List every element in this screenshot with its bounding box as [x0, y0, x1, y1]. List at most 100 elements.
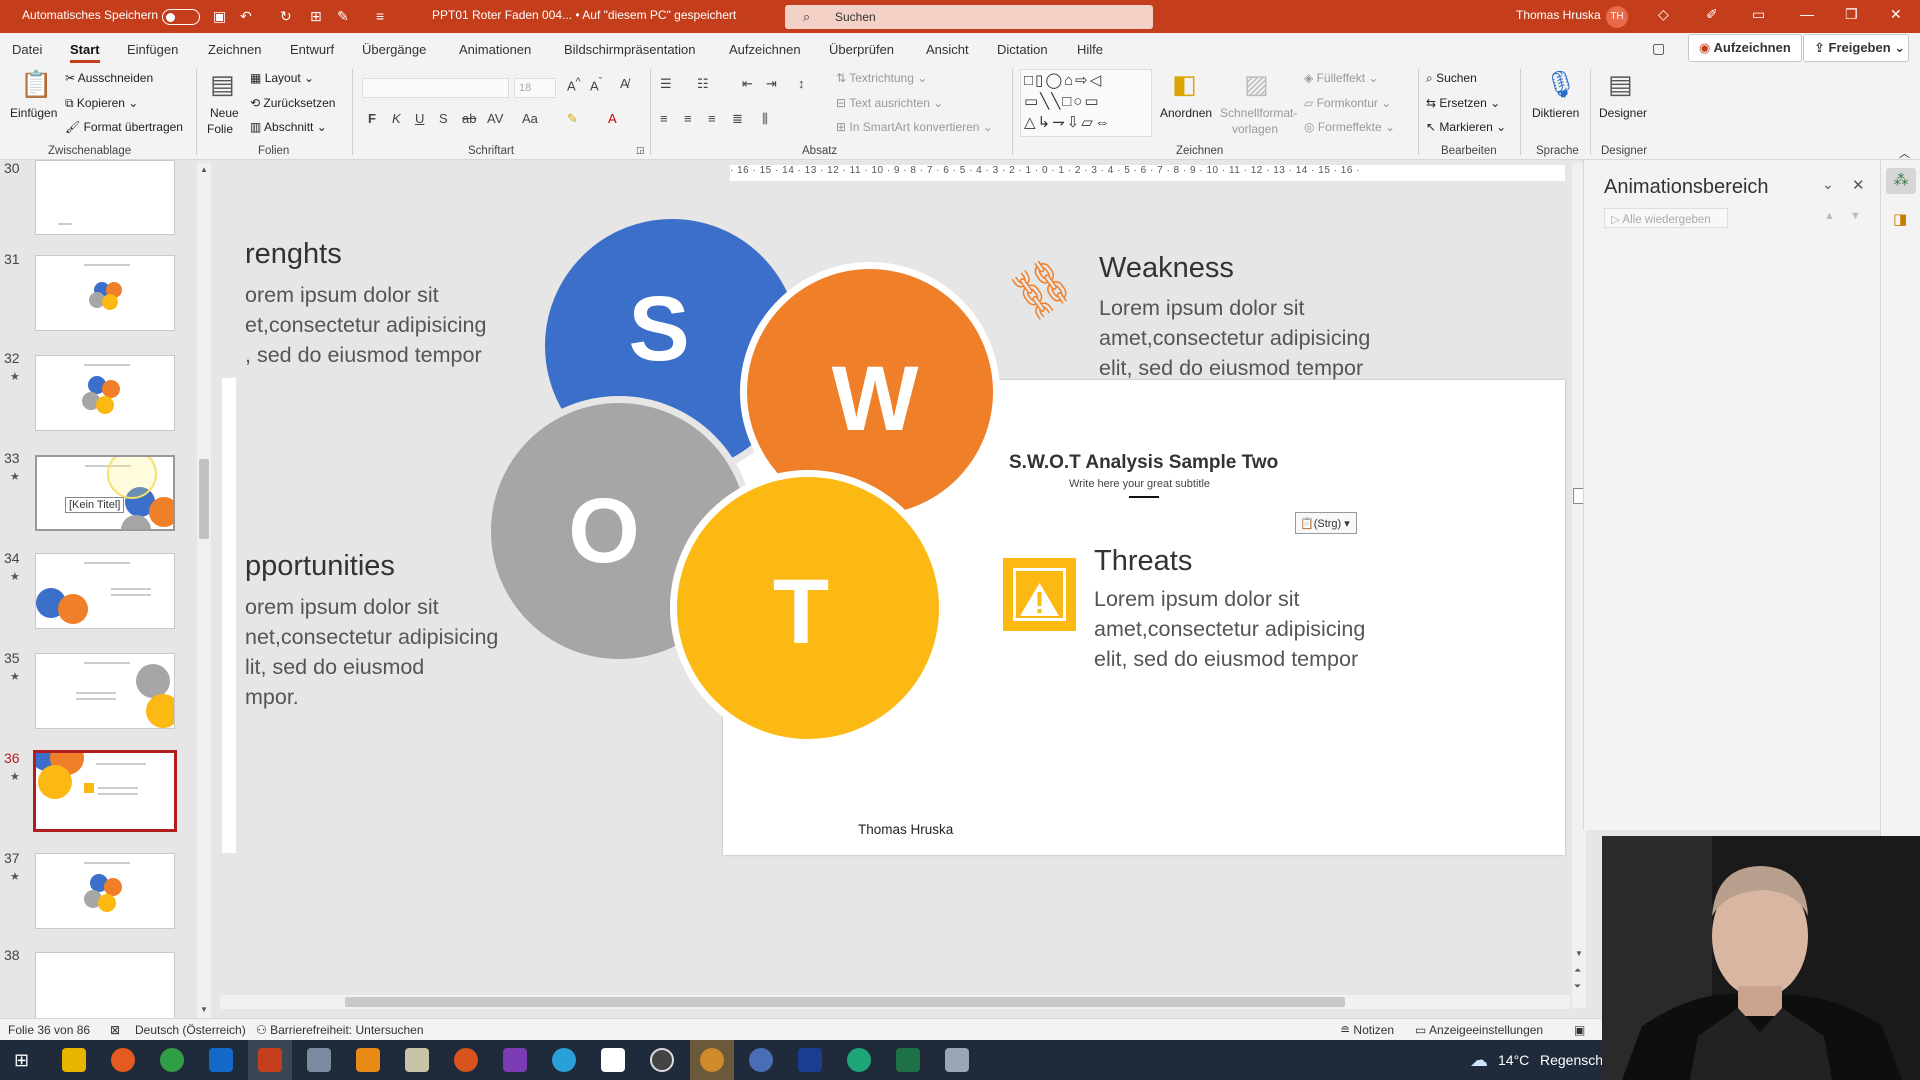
thumbnail-slide-33[interactable]: [Kein Titel]: [35, 455, 175, 531]
display-settings-button[interactable]: ▭ Anzeigeeinstellungen: [1415, 1023, 1543, 1037]
telegram-icon[interactable]: [552, 1048, 576, 1072]
font-name-select[interactable]: [362, 78, 509, 98]
swot-circle-t[interactable]: T: [670, 470, 946, 746]
diamond-icon[interactable]: ◇: [1658, 6, 1669, 23]
shrink-font-icon[interactable]: Aˇ: [590, 76, 602, 93]
layout-button[interactable]: ▦ Layout ⌄: [250, 71, 314, 85]
app-icon[interactable]: [454, 1048, 478, 1072]
tab-zeichnen[interactable]: Zeichnen: [208, 42, 261, 57]
slide-title[interactable]: S.W.O.T Analysis Sample Two: [1009, 452, 1278, 474]
designer-icon[interactable]: ▤: [1608, 69, 1633, 100]
new-slide-icon[interactable]: ▤: [210, 69, 235, 100]
file-explorer-icon[interactable]: [62, 1048, 86, 1072]
microphone-icon[interactable]: 🎙: [1544, 69, 1577, 100]
word-icon[interactable]: [798, 1048, 822, 1072]
next-slide-icon[interactable]: ⏷: [1574, 981, 1581, 992]
select-button[interactable]: ↖ Markieren ⌄: [1426, 120, 1506, 134]
quick-styles-button-2[interactable]: vorlagen: [1232, 122, 1278, 136]
language-indicator[interactable]: Deutsch (Österreich): [135, 1023, 246, 1037]
present-icon[interactable]: ⊞: [310, 8, 322, 25]
scroll-down-icon[interactable]: ▼: [200, 1005, 208, 1014]
tab-bildschirmpraesentation[interactable]: Bildschirmpräsentation: [564, 42, 696, 57]
line-spacing-icon[interactable]: ↕: [798, 76, 805, 91]
comments-icon[interactable]: ▢: [1652, 40, 1665, 57]
justify-icon[interactable]: ≣: [732, 111, 743, 127]
columns-icon[interactable]: ⫼: [762, 111, 768, 127]
edge-icon[interactable]: [847, 1048, 871, 1072]
save-icon[interactable]: ▣: [213, 8, 226, 25]
play-all-button[interactable]: ▷ Alle wiedergeben: [1604, 208, 1728, 228]
touch-mode-icon[interactable]: ✎: [337, 8, 349, 25]
arrange-button[interactable]: Anordnen: [1160, 106, 1212, 120]
move-down-icon[interactable]: ▼: [1850, 210, 1861, 222]
pen-icon[interactable]: ✐: [1706, 6, 1718, 23]
paste-button[interactable]: Einfügen: [10, 106, 57, 120]
tab-hilfe[interactable]: Hilfe: [1077, 42, 1103, 57]
thumbnail-slide-37[interactable]: [35, 853, 175, 929]
powerpoint-icon[interactable]: [258, 1048, 282, 1072]
move-up-icon[interactable]: ▲: [1824, 210, 1835, 222]
strikethrough-icon[interactable]: ab: [462, 111, 476, 126]
obs-icon[interactable]: [650, 1048, 674, 1072]
redo-icon[interactable]: ↻: [280, 8, 292, 25]
shadow-icon[interactable]: S: [439, 111, 448, 126]
app-icon[interactable]: [405, 1048, 429, 1072]
thumbnail-slide-35[interactable]: [35, 653, 175, 729]
tab-uebergaenge[interactable]: Übergänge: [362, 42, 426, 57]
accessibility-button[interactable]: ⚇ Barrierefreiheit: Untersuchen: [256, 1023, 424, 1037]
decrease-indent-icon[interactable]: ⇤: [742, 76, 753, 92]
align-right-icon[interactable]: ≡: [708, 111, 716, 126]
highlight-icon[interactable]: ✎: [567, 111, 578, 127]
bullets-icon[interactable]: ☰: [660, 76, 672, 92]
tab-ueberpruefen[interactable]: Überprüfen: [829, 42, 894, 57]
thumbnail-slide-31[interactable]: [35, 255, 175, 331]
collapse-ribbon-icon[interactable]: ︿: [1899, 145, 1910, 161]
dictate-button[interactable]: Diktieren: [1532, 106, 1579, 120]
document-title[interactable]: PPT01 Roter Faden 004... • Auf "diesem P…: [432, 8, 736, 22]
tab-datei[interactable]: Datei: [12, 42, 42, 57]
notes-button[interactable]: ≘ Notizen: [1340, 1023, 1394, 1037]
thumbnail-scrollbar[interactable]: ▲ ▼: [197, 163, 211, 1018]
avatar[interactable]: TH: [1606, 6, 1628, 28]
arrange-icon[interactable]: ◧: [1172, 69, 1197, 100]
tab-start[interactable]: Start: [70, 42, 100, 63]
app-icon[interactable]: [945, 1048, 969, 1072]
thumbnail-slide-32[interactable]: [35, 355, 175, 431]
new-slide-button[interactable]: Neue: [210, 106, 239, 120]
ribbon-display-icon[interactable]: ▭: [1752, 6, 1765, 23]
grow-font-icon[interactable]: A^: [567, 76, 581, 93]
replace-button[interactable]: ⇆ Ersetzen ⌄: [1426, 96, 1500, 110]
align-center-icon[interactable]: ≡: [684, 111, 692, 126]
thumbnail-slide-30[interactable]: [35, 160, 175, 235]
thumbnail-slide-36[interactable]: [33, 750, 177, 832]
animation-pane-toggle-icon[interactable]: ⁂: [1886, 168, 1916, 194]
close-pane-icon[interactable]: ✕: [1852, 176, 1865, 194]
thumbnail-slide-38[interactable]: [35, 952, 175, 1018]
quick-styles-icon[interactable]: ▨: [1244, 69, 1269, 100]
windows-start-icon[interactable]: ⊞: [14, 1050, 29, 1071]
format-painter-button[interactable]: 🖌 Format übertragen: [65, 120, 183, 134]
italic-icon[interactable]: K: [392, 111, 401, 126]
cut-button[interactable]: ✂ Ausschneiden: [65, 71, 153, 85]
section-button[interactable]: ▥ Abschnitt ⌄: [250, 120, 327, 134]
shape-outline-button[interactable]: ▱ Formkontur ⌄: [1304, 96, 1391, 110]
chevron-down-icon[interactable]: ⌄: [1822, 176, 1834, 193]
align-text-button[interactable]: ⊟ Text ausrichten ⌄: [836, 96, 943, 110]
spellcheck-icon[interactable]: ⊠: [110, 1023, 120, 1037]
shape-effects-button[interactable]: ◎ Formeffekte ⌄: [1304, 120, 1395, 134]
chrome-icon[interactable]: [160, 1048, 184, 1072]
app-icon[interactable]: [749, 1048, 773, 1072]
restore-icon[interactable]: ❐: [1845, 6, 1858, 23]
quick-styles-button[interactable]: Schnellformat-: [1220, 106, 1297, 120]
excel-icon[interactable]: [896, 1048, 920, 1072]
font-size-select[interactable]: 18: [514, 78, 556, 98]
new-slide-button-2[interactable]: Folie: [207, 122, 233, 136]
scroll-down-icon[interactable]: ▼: [1575, 949, 1583, 958]
numbering-icon[interactable]: ☷: [697, 76, 709, 92]
slide-subtitle[interactable]: Write here your great subtitle: [1069, 478, 1210, 490]
tab-entwurf[interactable]: Entwurf: [290, 42, 334, 57]
tab-dictation[interactable]: Dictation: [997, 42, 1048, 57]
undo-icon[interactable]: ↶: [240, 8, 252, 25]
scroll-up-icon[interactable]: ▲: [200, 165, 208, 174]
increase-indent-icon[interactable]: ⇥: [766, 76, 777, 92]
